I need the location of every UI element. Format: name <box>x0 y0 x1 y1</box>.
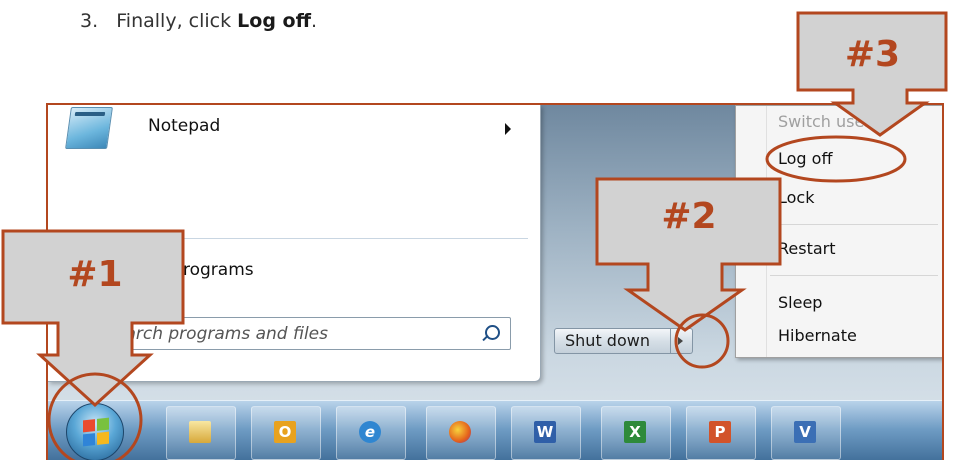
menu-item-restart[interactable]: Restart <box>778 239 836 258</box>
callout-2-label: #2 <box>661 196 717 237</box>
menu-item-lock[interactable]: Lock <box>778 188 814 207</box>
instruction-step: 3. Finally, click Log off. <box>80 10 317 32</box>
screenshot-frame: Notepad rograms earch programs and files… <box>46 103 944 460</box>
start-menu-item-notepad[interactable]: Notepad <box>48 105 528 155</box>
step-number: 3. <box>80 10 99 32</box>
power-options-menu: Switch user Log off Lock Restart Sleep H… <box>735 105 942 358</box>
notepad-icon <box>65 107 113 149</box>
shut-down-options-arrow[interactable] <box>671 328 693 354</box>
step-target: Log off <box>237 10 311 32</box>
notepad-label: Notepad <box>148 116 221 136</box>
menu-item-log-off[interactable]: Log off <box>778 149 832 168</box>
visio-icon: V <box>794 421 816 443</box>
start-button[interactable] <box>66 403 124 460</box>
menu-separator <box>770 275 938 276</box>
all-programs-link[interactable]: rograms <box>183 260 254 280</box>
internet-explorer-icon: e <box>359 421 381 443</box>
step-suffix: . <box>311 10 318 32</box>
file-explorer-icon <box>189 421 211 443</box>
excel-icon: X <box>624 421 646 443</box>
callout-3-label: #3 <box>844 34 901 75</box>
taskbar-button-internet-explorer[interactable]: e <box>336 406 406 460</box>
taskbar-button-visio[interactable]: V <box>771 406 841 460</box>
outlook-icon: O <box>274 421 296 443</box>
firefox-icon <box>449 421 471 443</box>
search-icon[interactable] <box>485 325 500 340</box>
menu-separator <box>70 238 528 239</box>
taskbar-button-excel[interactable]: X <box>601 406 671 460</box>
step-prefix: Finally, click <box>116 10 232 32</box>
word-icon: W <box>534 421 556 443</box>
taskbar: O e W X P V <box>48 400 942 460</box>
menu-item-hibernate[interactable]: Hibernate <box>778 326 857 345</box>
taskbar-button-file-explorer[interactable] <box>166 406 236 460</box>
taskbar-button-outlook[interactable]: O <box>251 406 321 460</box>
taskbar-button-firefox[interactable] <box>426 406 496 460</box>
search-placeholder: earch programs and files <box>115 324 328 344</box>
menu-item-sleep[interactable]: Sleep <box>778 293 822 312</box>
shut-down-button[interactable]: Shut down <box>554 328 671 354</box>
windows-logo-icon <box>83 417 109 447</box>
start-menu-left-pane: Notepad rograms earch programs and files <box>48 105 541 382</box>
taskbar-button-word[interactable]: W <box>511 406 581 460</box>
callout-1-label: #1 <box>67 254 123 295</box>
menu-item-switch-user[interactable]: Switch user <box>778 112 871 131</box>
search-input[interactable]: earch programs and files <box>106 317 511 350</box>
taskbar-button-powerpoint[interactable]: P <box>686 406 756 460</box>
menu-separator <box>770 224 938 225</box>
submenu-arrow-icon[interactable] <box>505 123 511 135</box>
menu-gutter <box>766 106 767 357</box>
powerpoint-icon: P <box>709 421 731 443</box>
